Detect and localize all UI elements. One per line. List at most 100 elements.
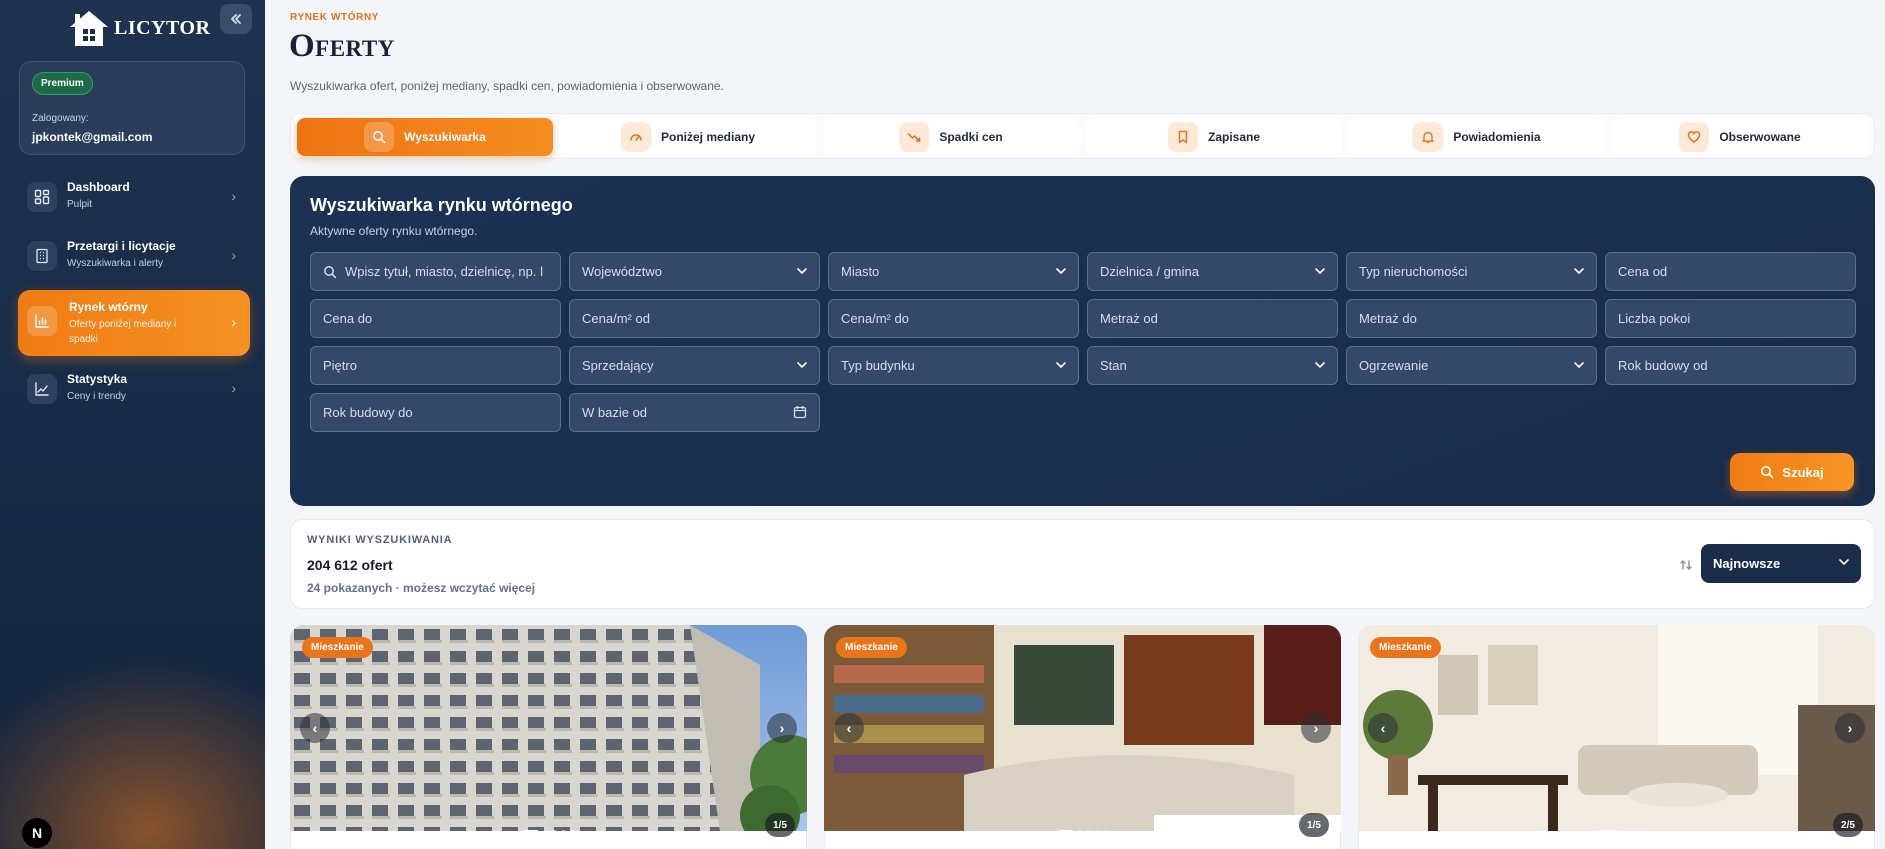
typ-nieruchomosci-select[interactable]: Typ nieruchomości [1346, 252, 1597, 291]
tab-label: Zapisane [1207, 130, 1261, 144]
trend-chart-icon [27, 374, 57, 404]
nav-title: Dashboard [67, 180, 130, 194]
input-placeholder: Cena od [1618, 264, 1668, 279]
bell-icon [1413, 122, 1444, 152]
tab-spadki-cen[interactable]: Spadki cen [823, 118, 1079, 156]
tab-wyszukiwarka[interactable]: Wyszukiwarka [297, 118, 553, 156]
bar-chart-icon [27, 306, 57, 336]
input-placeholder: Cena do [323, 311, 373, 326]
input-placeholder: Cena/m² od [582, 311, 650, 326]
results-count: 204 612 ofert [307, 557, 393, 573]
image-dot[interactable] [1590, 830, 1596, 835]
image-dots [1590, 830, 1643, 835]
image-dot[interactable] [1103, 830, 1109, 835]
sidebar: LICYTOR Premium Zalogowany: jpkontek@gma… [0, 0, 265, 849]
search-input[interactable]: Wpisz tytuł, miasto, dzielnicę, np. l [310, 252, 561, 291]
nav-subtitle: Oferty poniżej mediany i spadki [69, 319, 177, 345]
page-title: Oferty [289, 28, 395, 64]
next-image-button[interactable]: › [1301, 713, 1331, 743]
logo[interactable]: LICYTOR [68, 9, 211, 47]
select-value: Typ nieruchomości [1359, 264, 1468, 279]
cena-m2-do-input[interactable]: Cena/m² do [828, 299, 1079, 338]
prev-image-button[interactable]: ‹ [1368, 713, 1398, 743]
typ-budynku-select[interactable]: Typ budynku [828, 346, 1079, 385]
cena-od-input[interactable]: Cena od [1605, 252, 1856, 291]
nav-subtitle: Ceny i trendy [67, 391, 126, 402]
nav-title: Statystyka [67, 372, 128, 386]
select-value: Typ budynku [841, 358, 915, 373]
chevron-down-icon [1839, 559, 1849, 566]
nav-item-dashboard[interactable]: Dashboard Pulpit › [18, 170, 250, 226]
select-value: Ogrzewanie [1359, 358, 1429, 373]
chevron-down-icon [1315, 268, 1325, 275]
metraz-od-input[interactable]: Metraż od [1087, 299, 1338, 338]
rok-budowy-do-input[interactable]: Rok budowy do [310, 393, 561, 432]
image-dot[interactable] [1599, 830, 1616, 835]
cena-do-input[interactable]: Cena do [310, 299, 561, 338]
image-dot[interactable] [522, 830, 539, 835]
logged-in-label: Zalogowany: [32, 113, 89, 124]
search-panel-title: Wyszukiwarka rynku wtórnego [310, 195, 573, 215]
image-dot[interactable] [1637, 830, 1643, 835]
next-image-button[interactable]: › [1835, 713, 1865, 743]
image-dot[interactable] [1094, 830, 1100, 835]
rok-budowy-od-input[interactable]: Rok budowy od [1605, 346, 1856, 385]
wojewodztwo-select[interactable]: Województwo [569, 252, 820, 291]
sprzedajacy-select[interactable]: Sprzedający [569, 346, 820, 385]
tab-label: Powiadomienia [1453, 130, 1541, 144]
tab-label: Spadki cen [939, 130, 1003, 144]
building-icon [27, 241, 57, 271]
listing-card[interactable]: Mieszkanie ‹ › 2/5 [1358, 625, 1875, 849]
prev-image-button[interactable]: ‹ [834, 713, 864, 743]
cena-m2-od-input[interactable]: Cena/m² od [569, 299, 820, 338]
chevron-down-icon [1574, 362, 1584, 369]
image-dot[interactable] [1076, 830, 1082, 835]
pietro-input[interactable]: Piętro [310, 346, 561, 385]
image-dot[interactable] [542, 830, 548, 835]
metraz-do-input[interactable]: Metraż do [1346, 299, 1597, 338]
listing-card[interactable]: Mieszkanie ‹ › 1/5 [290, 625, 807, 849]
image-dot[interactable] [1628, 830, 1634, 835]
ogrzewanie-select[interactable]: Ogrzewanie [1346, 346, 1597, 385]
image-dot[interactable] [551, 830, 557, 835]
prev-image-button[interactable]: ‹ [300, 713, 330, 743]
collapse-sidebar-button[interactable] [220, 4, 252, 34]
nav-item-rynek-wtorny[interactable]: Rynek wtórny Oferty poniżej mediany i sp… [18, 290, 250, 356]
page-eyebrow: RYNEK WTÓRNY [290, 12, 380, 23]
chevron-down-icon [797, 362, 807, 369]
image-dot[interactable] [560, 830, 566, 835]
w-bazie-od-date-input[interactable]: W bazie od [569, 393, 820, 432]
input-placeholder: Metraż do [1359, 311, 1417, 326]
tab-zapisane[interactable]: Zapisane [1086, 118, 1342, 156]
miasto-select[interactable]: Miasto [828, 252, 1079, 291]
nav-item-statystyka[interactable]: Statystyka Ceny i trendy › [18, 362, 250, 418]
dzielnica-select[interactable]: Dzielnica / gmina [1087, 252, 1338, 291]
image-dot[interactable] [1056, 830, 1073, 835]
nav-item-przetargi[interactable]: Przetargi i licytacje Wyszukiwarka i ale… [18, 229, 250, 285]
stan-select[interactable]: Stan [1087, 346, 1338, 385]
liczba-pokoi-input[interactable]: Liczba pokoi [1605, 299, 1856, 338]
search-panel-subtitle: Aktywne oferty rynku wtórnego. [310, 224, 478, 238]
nav-title: Rynek wtórny [69, 300, 148, 314]
tab-label: Obserwowane [1719, 130, 1801, 144]
select-value: Sprzedający [582, 358, 654, 373]
results-header: WYNIKI WYSZUKIWANIA 204 612 ofert 24 pok… [290, 519, 1875, 609]
input-placeholder: Cena/m² do [841, 311, 909, 326]
sort-select[interactable]: Najnowsze [1701, 544, 1861, 583]
next-image-button[interactable]: › [767, 713, 797, 743]
tab-obserwowane[interactable]: Obserwowane [1612, 118, 1868, 156]
image-dot[interactable] [1085, 830, 1091, 835]
image-dot[interactable] [569, 830, 575, 835]
image-dot[interactable] [1619, 830, 1625, 835]
search-icon [323, 265, 337, 279]
input-placeholder: Rok budowy od [1618, 358, 1708, 373]
listing-card[interactable]: Mieszkanie ‹ › 1/5 [824, 625, 1341, 849]
chevron-down-icon [1315, 362, 1325, 369]
image-counter: 1/5 [1299, 813, 1329, 837]
logo-text: LICYTOR [114, 16, 211, 39]
tab-powiadomienia[interactable]: Powiadomienia [1349, 118, 1605, 156]
nextjs-dev-badge[interactable]: N [22, 818, 52, 848]
tab-ponizej-mediany[interactable]: Poniżej mediany [560, 118, 816, 156]
user-card: Premium Zalogowany: jpkontek@gmail.com [19, 61, 245, 155]
search-button[interactable]: Szukaj [1730, 453, 1854, 491]
